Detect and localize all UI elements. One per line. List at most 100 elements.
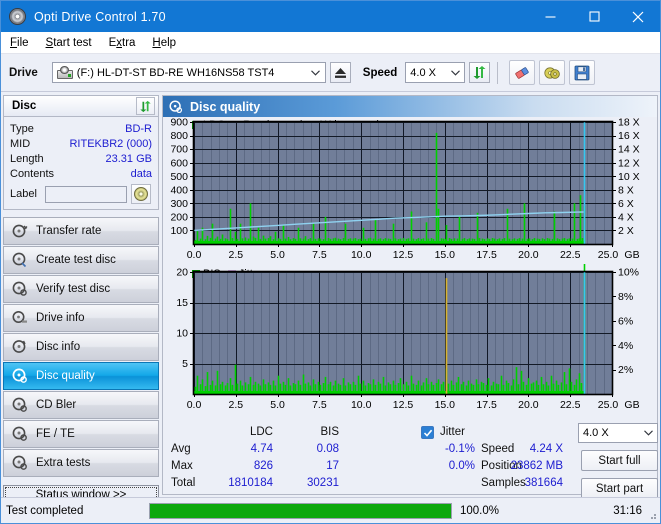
svg-text:0.0: 0.0 (187, 399, 202, 411)
svg-text:18 X: 18 X (618, 117, 640, 129)
minimize-button[interactable] (528, 1, 572, 32)
toolbar-separator (497, 61, 499, 84)
eject-button[interactable] (329, 62, 351, 83)
left-panel: Disc Type BD-R MID RITEKBR2 (000) Length… (3, 95, 159, 505)
svg-text:22.5: 22.5 (560, 249, 581, 261)
svg-text:200: 200 (170, 211, 188, 223)
sidebar-item-cd-bler[interactable]: CD Bler (3, 391, 159, 419)
gold-disc-icon (133, 187, 148, 201)
svg-text:12.5: 12.5 (393, 249, 414, 261)
test-speed-select[interactable]: 4.0 X (578, 423, 658, 443)
stats-row-label-avg: Avg (171, 443, 191, 455)
progress-bar-fill (150, 503, 451, 518)
refresh-drive-button[interactable] (469, 62, 491, 83)
gold-disc-icon (544, 66, 561, 79)
start-part-button[interactable]: Start part (581, 478, 658, 499)
stats-jitter-avg: -0.1% (444, 443, 475, 455)
bis-quality-chart: 5 10 15 20 2% 4% 6% 8% 10% 0.0 2.5 5.0 7.5 10.0 12.5 15… (176, 264, 640, 411)
svg-text:25.0: 25.0 (598, 399, 619, 411)
start-full-button[interactable]: Start full (581, 450, 658, 471)
sidebar-item-drive-info[interactable]: Drive info (3, 304, 159, 332)
samples-stat-value: 381664 (524, 477, 563, 489)
start-part-label: Start part (595, 482, 644, 495)
disc-key-mid: MID (10, 137, 31, 150)
disc-row-contents: Contents data (10, 166, 152, 181)
disc-row-length: Length 23.31 GB (10, 151, 152, 166)
svg-text:5.0: 5.0 (270, 399, 285, 411)
erase-disc-button[interactable] (509, 60, 536, 85)
sidebar-label: Drive info (36, 312, 85, 324)
close-button[interactable] (616, 1, 660, 32)
progress-percent: 100.0% (460, 504, 500, 517)
sidebar-item-verify-test-disc[interactable]: Verify test disc (3, 275, 159, 303)
refresh-icon (473, 66, 486, 79)
speed-select[interactable]: 4.0 X (405, 62, 466, 83)
maximize-button[interactable] (572, 1, 616, 32)
svg-text:8 X: 8 X (618, 184, 634, 196)
sidebar-item-disc-quality[interactable]: Disc quality (3, 362, 159, 390)
disc-quality-icon (12, 368, 27, 383)
disc-verify-icon (12, 281, 27, 296)
menu-file[interactable]: File (10, 37, 29, 49)
svg-text:GB: GB (624, 249, 639, 261)
stats-ldc-total: 1810184 (228, 477, 273, 489)
drive-toolbar: Drive (F:) HL-DT-ST BD-RE WH16NS58 TST4 … (1, 54, 660, 92)
menu-extra[interactable]: Extra (109, 37, 136, 49)
svg-text:5.0: 5.0 (270, 249, 285, 261)
app-disc-icon (9, 8, 26, 25)
stats-ldc-avg: 4.74 (250, 443, 273, 455)
disc-label-button[interactable] (130, 184, 151, 204)
save-results-button[interactable] (569, 60, 596, 85)
disc-row-type: Type BD-R (10, 121, 152, 136)
stats-jitter-max: 0.0% (448, 460, 475, 472)
menu-file-rest: ile (17, 36, 29, 49)
svg-text:10%: 10% (618, 267, 639, 279)
disc-row-label: Label (10, 184, 152, 204)
menu-extra-rest: tra (122, 36, 136, 49)
disc-speed-icon (12, 224, 28, 238)
svg-text:2%: 2% (618, 364, 633, 376)
resize-grip[interactable] (646, 509, 657, 520)
sidebar-item-transfer-rate[interactable]: Transfer rate (3, 217, 159, 245)
sidebar-item-create-test-disc[interactable]: Create test disc (3, 246, 159, 274)
disc-fete-icon (12, 426, 27, 441)
svg-text:5: 5 (182, 358, 188, 370)
stats-ldc-max: 826 (253, 460, 273, 472)
svg-text:25.0: 25.0 (598, 249, 619, 261)
test-speed-value: 4.0 X (583, 427, 609, 439)
content-panel: Disc quality LDC Read speed Write speed … (162, 95, 658, 499)
sidebar-item-fe-te[interactable]: FE / TE (3, 420, 159, 448)
svg-text:7.5: 7.5 (312, 249, 327, 261)
disc-key-type: Type (10, 122, 34, 135)
menu-help[interactable]: Help (152, 37, 176, 49)
sidebar-label: Transfer rate (36, 225, 102, 237)
svg-text:15.0: 15.0 (435, 399, 456, 411)
stats-row-label-total: Total (171, 477, 196, 489)
disc-label-input[interactable] (44, 185, 127, 203)
svg-text:8%: 8% (618, 291, 633, 303)
refresh-disc-button[interactable] (136, 97, 155, 115)
disc-key-length: Length (10, 152, 44, 165)
disc-tool-button[interactable] (539, 60, 566, 85)
svg-text:900: 900 (170, 117, 188, 129)
disc-value-length: 23.31 GB (105, 152, 152, 165)
jitter-checkbox[interactable] (421, 426, 434, 439)
svg-text:100: 100 (170, 225, 188, 237)
disc-bler-icon (12, 397, 27, 412)
svg-text:15.0: 15.0 (435, 249, 456, 261)
drive-select[interactable]: (F:) HL-DT-ST BD-RE WH16NS58 TST4 (51, 62, 326, 83)
speed-label: Speed (362, 66, 398, 79)
drive-info-icon (12, 311, 27, 323)
window-controls (528, 1, 660, 32)
svg-text:10 X: 10 X (618, 171, 640, 183)
menu-bar: File Start test Extra Help (1, 32, 660, 54)
eject-icon (334, 67, 346, 78)
svg-text:4 X: 4 X (618, 211, 634, 223)
ldc-quality-chart: 1002003004005006007008009002 X4 X6 X8 X1… (170, 117, 640, 261)
sidebar-item-disc-info[interactable]: Disc info (3, 333, 159, 361)
stats-col-bis: BIS (320, 426, 339, 438)
sidebar-item-extra-tests[interactable]: Extra tests (3, 449, 159, 477)
sidebar-label: FE / TE (36, 428, 75, 440)
menu-start-test[interactable]: Start test (46, 37, 92, 49)
start-full-label: Start full (598, 454, 641, 467)
